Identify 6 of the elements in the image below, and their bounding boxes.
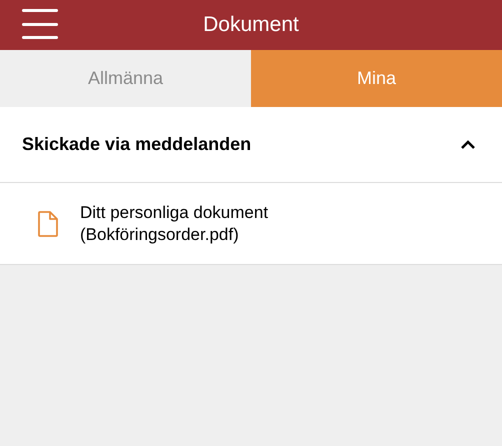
page-title: Dokument bbox=[203, 12, 299, 38]
document-name: Ditt personliga dokument (Bokföringsorder.pdf) bbox=[80, 202, 270, 246]
section-header[interactable]: Skickade via meddelanden bbox=[0, 107, 502, 183]
document-item[interactable]: Ditt personliga dokument (Bokföringsorder.pdf) bbox=[0, 183, 502, 265]
menu-icon[interactable] bbox=[22, 9, 58, 39]
document-icon bbox=[38, 210, 58, 236]
